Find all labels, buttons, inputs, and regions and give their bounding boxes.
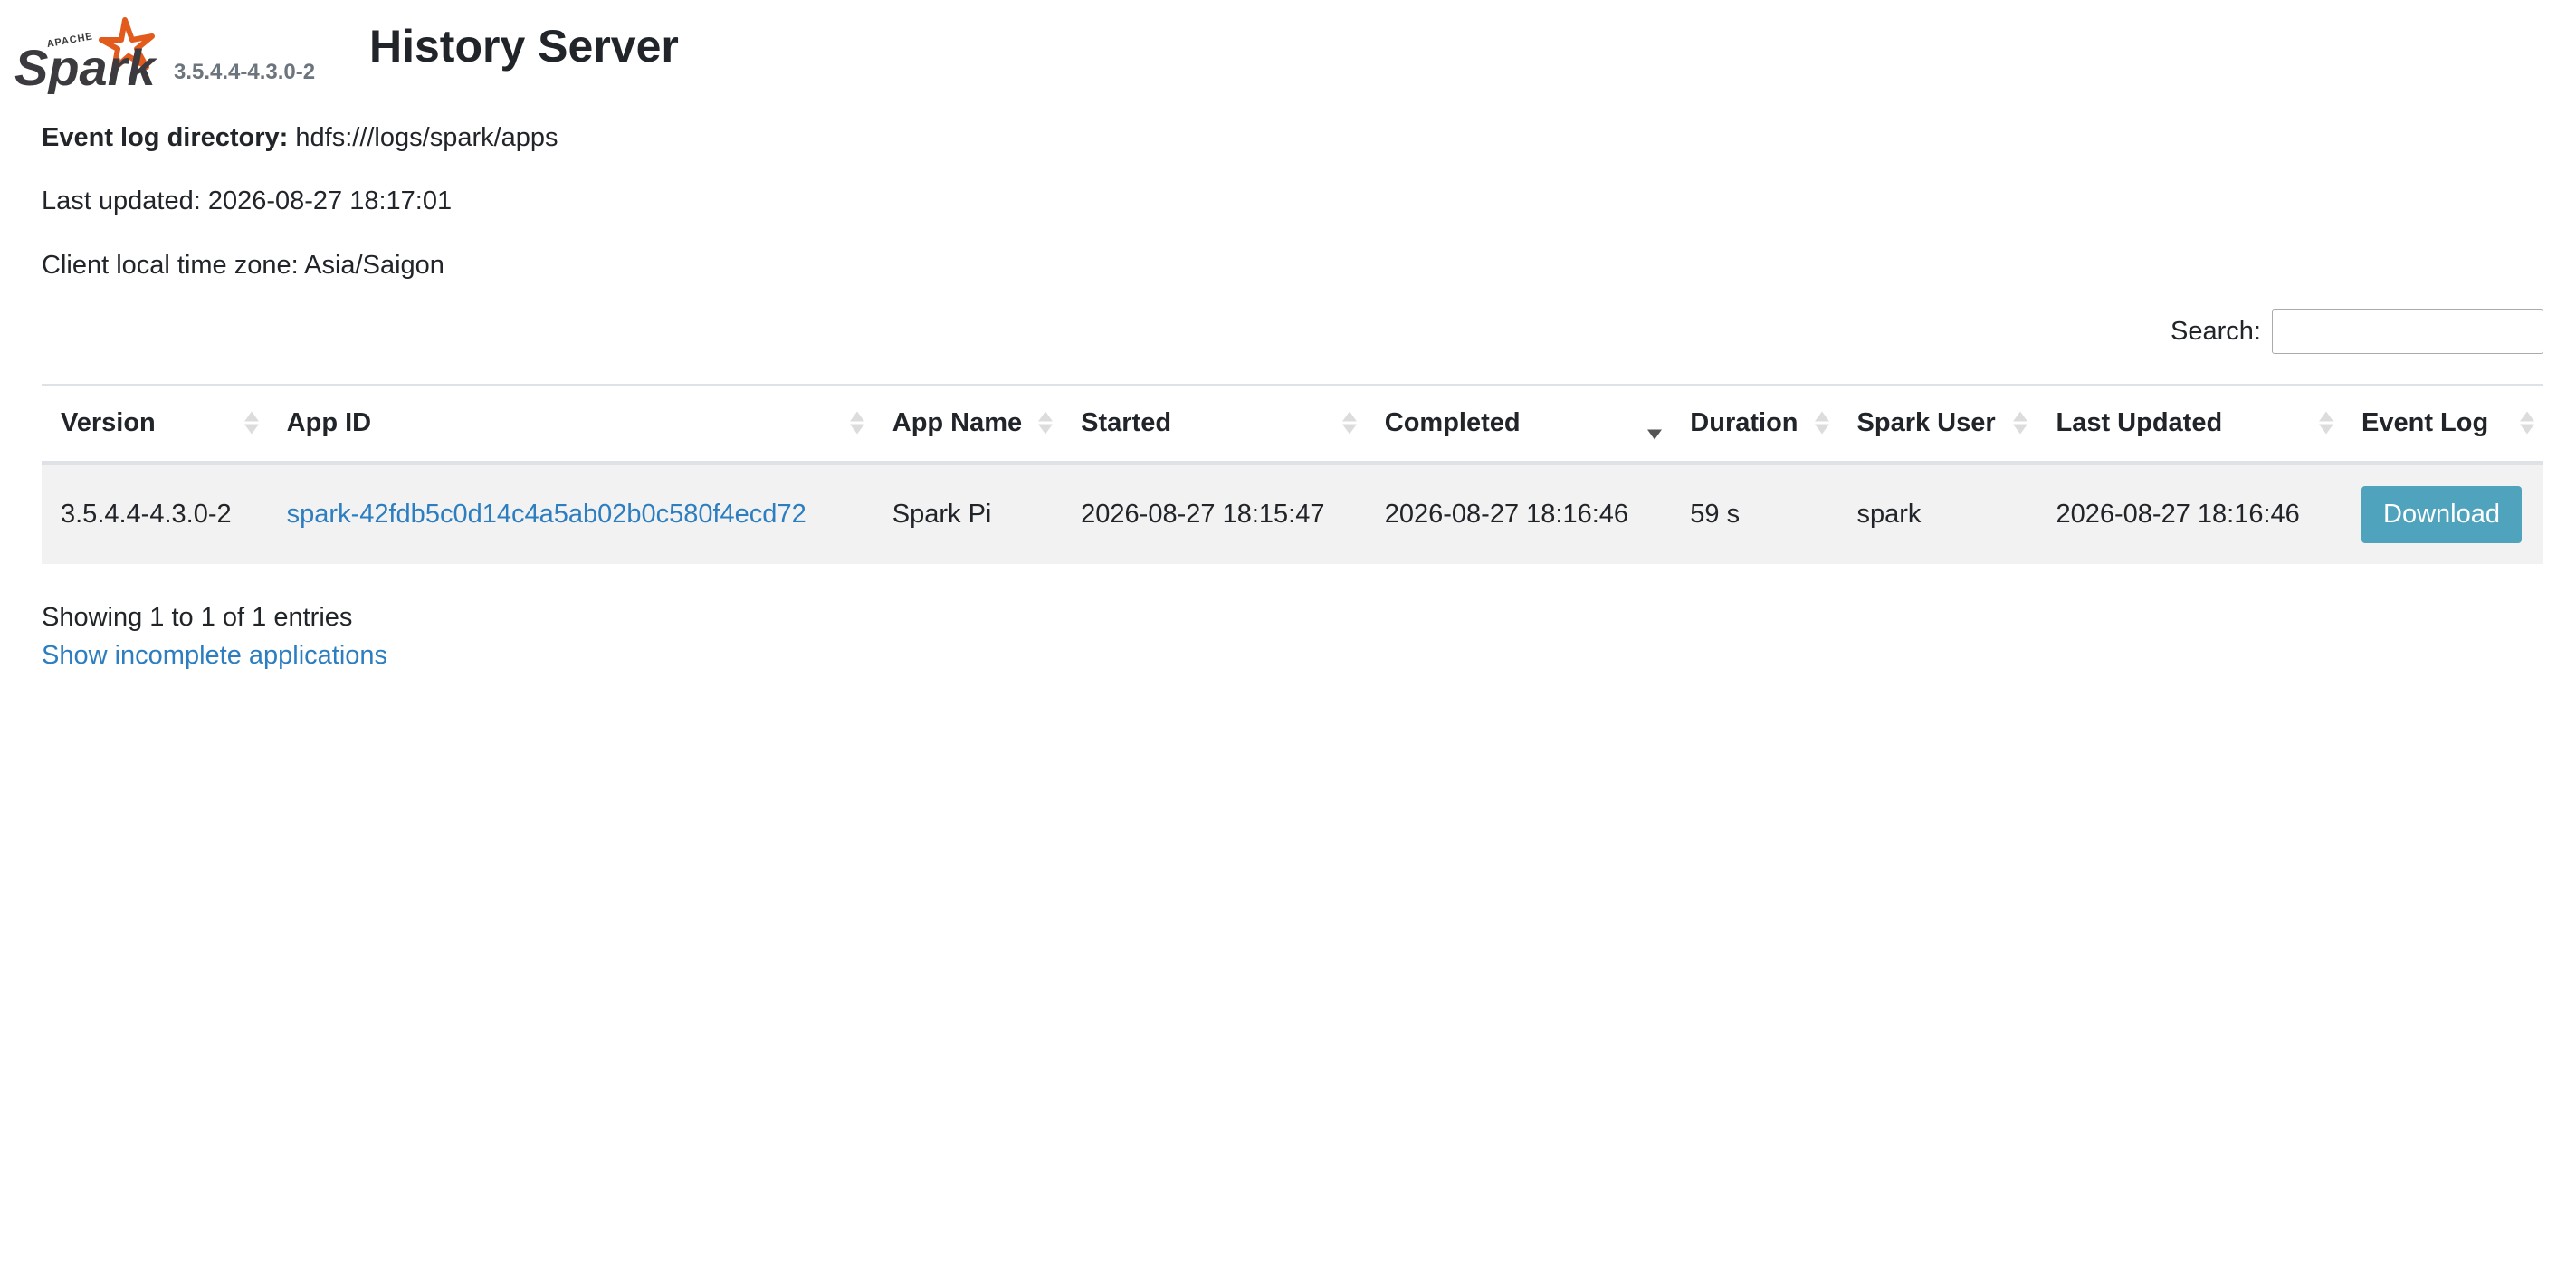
sort-icon: [1814, 411, 1829, 435]
search-label: Search:: [2171, 316, 2261, 346]
search-box: Search:: [2171, 309, 2543, 354]
event-log-directory: Event log directory: hdfs:///logs/spark/…: [42, 123, 558, 153]
event-log-label: Event log directory:: [42, 123, 289, 152]
cell-app-id: spark-42fdb5c0d14c4a5ab02b0c580f4ecd72: [268, 463, 873, 564]
show-incomplete-link-container: Show incomplete applications: [42, 641, 387, 671]
cell-event-log: Download: [2342, 463, 2543, 564]
sort-icon: [2013, 411, 2028, 435]
table-header-row: Version App ID App Name Started Complete…: [42, 384, 2543, 465]
column-header-completed[interactable]: Completed: [1365, 384, 1672, 465]
spark-logo-icon: APACHE Spark: [14, 17, 157, 94]
cell-started: 2026-08-27 18:15:47: [1081, 499, 1325, 529]
column-header-duration[interactable]: Duration: [1671, 384, 1838, 465]
cell-spark-user: spark: [1856, 499, 1922, 529]
column-header-app-name[interactable]: App Name: [873, 384, 1063, 465]
page-title: History Server: [369, 21, 679, 72]
cell-last-updated: 2026-08-27 18:16:46: [2056, 499, 2300, 529]
sort-icon: [849, 411, 864, 435]
column-header-last-updated[interactable]: Last Updated: [2037, 384, 2343, 465]
apache-spark-logo[interactable]: APACHE Spark: [14, 16, 157, 94]
last-updated: Last updated: 2026-08-27 18:17:01: [42, 186, 453, 215]
sort-icon: [2319, 411, 2334, 435]
table-row: 3.5.4.4-4.3.0-2 spark-42fdb5c0d14c4a5ab0…: [42, 463, 2543, 564]
client-time-zone: Client local time zone: Asia/Saigon: [42, 251, 444, 280]
applications-table: Version App ID App Name Started Complete…: [42, 384, 2543, 564]
app-id-link[interactable]: spark-42fdb5c0d14c4a5ab02b0c580f4ecd72: [287, 500, 806, 529]
cell-duration: 59 s: [1690, 499, 1741, 529]
sort-icon: [2520, 411, 2534, 435]
event-log-value: hdfs:///logs/spark/apps: [295, 123, 558, 152]
sort-icon: [243, 411, 259, 435]
search-input[interactable]: [2272, 309, 2543, 354]
sort-descending-icon: [1647, 406, 1663, 440]
page-header: APACHE Spark 3.5.4.4-4.3.0-2: [14, 9, 316, 94]
column-header-app-id[interactable]: App ID: [267, 384, 873, 465]
show-incomplete-applications-link[interactable]: Show incomplete applications: [42, 641, 387, 670]
column-header-event-log[interactable]: Event Log: [2342, 384, 2543, 465]
column-header-version[interactable]: Version: [42, 384, 268, 465]
svg-text:Spark: Spark: [14, 39, 157, 94]
cell-app-name: Spark Pi: [892, 499, 992, 529]
sort-icon: [1038, 411, 1054, 435]
table-info: Showing 1 to 1 of 1 entries: [42, 603, 353, 632]
spark-version: 3.5.4.4-4.3.0-2: [174, 60, 316, 84]
column-header-started[interactable]: Started: [1062, 384, 1366, 465]
cell-version: 3.5.4.4-4.3.0-2: [61, 499, 232, 529]
download-event-log-button[interactable]: Download: [2361, 485, 2523, 543]
sort-icon: [1341, 411, 1357, 435]
column-header-spark-user[interactable]: Spark User: [1837, 384, 2037, 465]
cell-completed: 2026-08-27 18:16:46: [1384, 499, 1629, 529]
